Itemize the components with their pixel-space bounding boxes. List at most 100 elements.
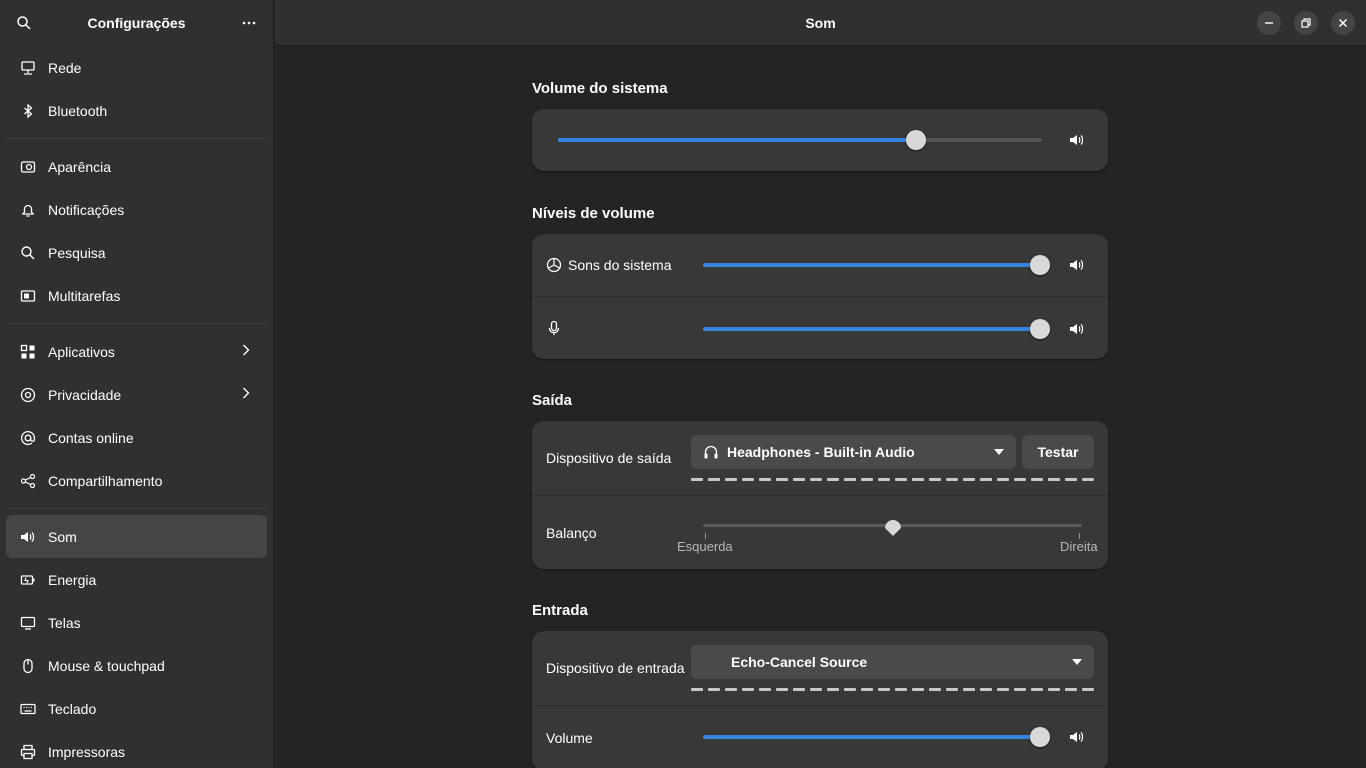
- input-card: Dispositivo de entrada Echo-Cancel Sourc…: [532, 631, 1108, 768]
- slider-fill: [703, 327, 1040, 331]
- section-title-input: Entrada: [532, 602, 588, 619]
- chevron-right-icon: [239, 343, 253, 360]
- multitasking-icon: [20, 288, 36, 304]
- output-device-dropdown[interactable]: Headphones - Built-in Audio: [691, 435, 1016, 469]
- section-title-system-volume: Volume do sistema: [532, 80, 668, 97]
- slider-knob[interactable]: [1030, 319, 1050, 339]
- sidebar-item-aparencia[interactable]: Aparência: [6, 145, 267, 188]
- sidebar-item-aplicativos[interactable]: Aplicativos: [6, 330, 267, 373]
- close-button[interactable]: [1331, 11, 1355, 35]
- sidebar-list: Rede Bluetooth Aparência Notificações Pesqui…: [0, 46, 273, 768]
- sidebar-separator: [6, 323, 267, 324]
- slider-fill: [703, 263, 1040, 267]
- speaker-icon[interactable]: [1068, 320, 1086, 338]
- input-device-value: Echo-Cancel Source: [731, 654, 868, 670]
- slider-knob[interactable]: [906, 130, 927, 150]
- search-icon[interactable]: [12, 11, 36, 35]
- sidebar-item-impressoras[interactable]: Impressoras: [6, 730, 267, 768]
- input-device-dropdown[interactable]: Echo-Cancel Source: [691, 645, 1094, 679]
- input-device-label: Dispositivo de entrada: [546, 660, 685, 676]
- sidebar-title: Configurações: [87, 15, 186, 31]
- sidebar-item-contas-online[interactable]: Contas online: [6, 416, 267, 459]
- mouse-icon: [20, 658, 36, 674]
- sidebar-item-telas[interactable]: Telas: [6, 601, 267, 644]
- speaker-icon[interactable]: [1068, 256, 1086, 274]
- sidebar-item-rede[interactable]: Rede: [6, 46, 267, 89]
- sidebar-item-privacidade[interactable]: Privacidade: [6, 373, 267, 416]
- apps-icon: [20, 344, 36, 360]
- slider-knob[interactable]: [1030, 255, 1050, 275]
- sidebar-item-label: Compartilhamento: [48, 472, 163, 489]
- output-device-row: Dispositivo de saída Headphones - Built-…: [532, 421, 1108, 495]
- sidebar-item-label: Teclado: [48, 700, 97, 717]
- output-level-bar: [691, 478, 1094, 481]
- sidebar-item-label: Telas: [48, 614, 81, 631]
- power-icon: [20, 572, 36, 588]
- slider-knob[interactable]: [1030, 727, 1050, 747]
- microphone-slider[interactable]: [703, 319, 1050, 339]
- sidebar-item-som[interactable]: Som: [6, 515, 267, 558]
- sidebar-item-teclado[interactable]: Teclado: [6, 687, 267, 730]
- maximize-button[interactable]: [1294, 11, 1318, 35]
- slider-fill: [703, 735, 1040, 739]
- sidebar-item-label: Bluetooth: [48, 102, 108, 119]
- section-title-volume-levels: Níveis de volume: [532, 205, 655, 222]
- sidebar-separator: [6, 138, 267, 139]
- input-level-bar: [691, 688, 1094, 691]
- system-sounds-row: Sons do sistema: [532, 234, 1108, 296]
- sidebar: Configurações Rede Bluetooth Aparência Noti…: [0, 0, 274, 768]
- sidebar-item-label: Privacidade: [48, 386, 122, 403]
- sidebar-item-label: Aparência: [48, 158, 112, 175]
- chevron-down-icon: [994, 449, 1004, 455]
- sidebar-item-label: Contas online: [48, 429, 134, 446]
- sidebar-item-notificacoes[interactable]: Notificações: [6, 188, 267, 231]
- balance-label: Balanço: [546, 524, 597, 541]
- sidebar-item-label: Som: [48, 528, 77, 545]
- output-device-value: Headphones - Built-in Audio: [727, 444, 915, 460]
- minimize-button[interactable]: [1257, 11, 1281, 35]
- sidebar-item-energia[interactable]: Energia: [6, 558, 267, 601]
- system-sounds-slider[interactable]: [703, 255, 1050, 275]
- search-icon: [20, 245, 36, 261]
- system-volume-slider[interactable]: [558, 130, 1042, 150]
- sidebar-item-compartilhamento[interactable]: Compartilhamento: [6, 459, 267, 502]
- balance-left-label: Esquerda: [677, 539, 733, 554]
- slider-fill: [558, 138, 917, 142]
- at-icon: [20, 430, 36, 446]
- section-title-output: Saída: [532, 392, 573, 409]
- sidebar-item-bluetooth[interactable]: Bluetooth: [6, 89, 267, 132]
- microphone-row: [532, 296, 1108, 359]
- input-device-row: Dispositivo de entrada Echo-Cancel Sourc…: [532, 631, 1108, 705]
- speaker-icon[interactable]: [1068, 131, 1086, 149]
- sidebar-item-pesquisa[interactable]: Pesquisa: [6, 231, 267, 274]
- sidebar-item-mouse-touchpad[interactable]: Mouse & touchpad: [6, 644, 267, 687]
- chevron-right-icon: [239, 386, 253, 403]
- privacy-icon: [20, 387, 36, 403]
- output-device-label: Dispositivo de saída: [546, 450, 672, 466]
- balance-knob[interactable]: [883, 515, 903, 537]
- menu-icon[interactable]: [237, 11, 261, 35]
- sidebar-item-label: Notificações: [48, 201, 125, 218]
- volume-levels-card: Sons do sistema: [532, 234, 1108, 359]
- display-icon: [20, 615, 36, 631]
- system-sounds-label: Sons do sistema: [568, 257, 672, 273]
- headphones-icon: [703, 444, 719, 460]
- test-button[interactable]: Testar: [1022, 435, 1094, 469]
- speaker-icon[interactable]: [1068, 728, 1086, 746]
- input-volume-slider[interactable]: [703, 727, 1050, 747]
- sidebar-header: Configurações: [0, 0, 273, 46]
- sidebar-separator: [6, 508, 267, 509]
- sidebar-item-label: Mouse & touchpad: [48, 657, 165, 674]
- keyboard-icon: [20, 701, 36, 717]
- sidebar-item-label: Multitarefas: [48, 287, 121, 304]
- bell-icon: [20, 202, 36, 218]
- sidebar-item-multitarefas[interactable]: Multitarefas: [6, 274, 267, 317]
- network-icon: [20, 60, 36, 76]
- output-card: Dispositivo de saída Headphones - Built-…: [532, 421, 1108, 569]
- microphone-icon: [546, 320, 562, 336]
- input-volume-label: Volume: [546, 729, 593, 746]
- system-sounds-icon: [546, 257, 562, 273]
- sidebar-item-label: Pesquisa: [48, 244, 106, 261]
- bluetooth-icon: [20, 103, 36, 119]
- sidebar-item-label: Aplicativos: [48, 343, 115, 360]
